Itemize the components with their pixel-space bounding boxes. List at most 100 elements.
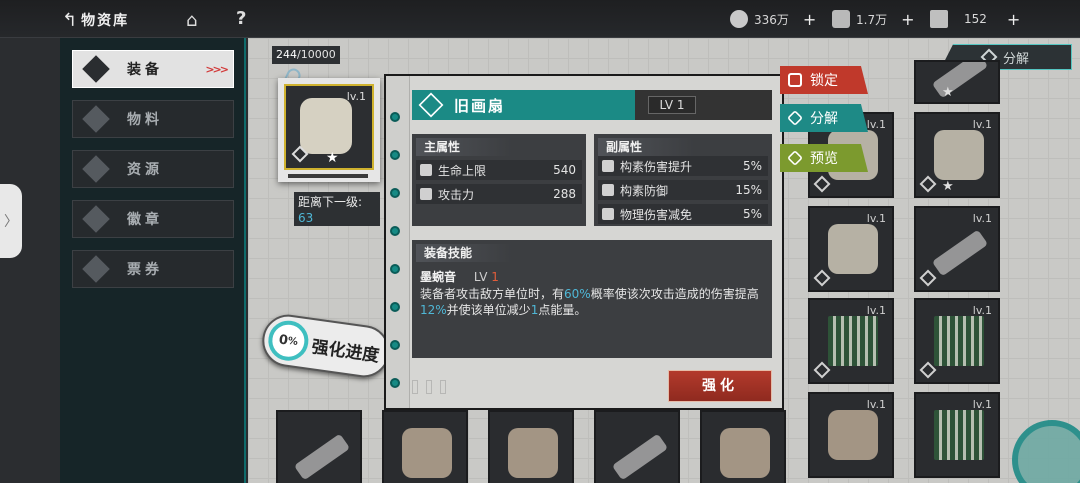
panel-decoration xyxy=(412,380,552,400)
staff-item-icon xyxy=(611,433,669,481)
fan-item-icon xyxy=(508,428,558,478)
preview-button[interactable]: 预览 xyxy=(780,144,868,172)
enhance-progress-unit: % xyxy=(287,335,299,348)
sidebar-item-resource[interactable]: 资源 xyxy=(72,150,234,188)
swords-icon xyxy=(420,188,432,200)
decompose-icon xyxy=(787,110,803,126)
help-icon[interactable]: ? xyxy=(236,8,246,29)
resource-coin-value: 336万 xyxy=(754,12,789,27)
inventory-item[interactable] xyxy=(594,410,680,483)
element-mark-icon xyxy=(919,269,937,287)
inventory-item[interactable]: lv.1 xyxy=(914,206,1000,292)
page-title: 物资库 xyxy=(81,13,130,29)
attr-label: 构素伤害提升 xyxy=(620,159,693,174)
inventory-item[interactable] xyxy=(382,410,468,483)
ticket-icon xyxy=(82,255,110,283)
element-mark-icon xyxy=(418,92,444,118)
fan-item-icon xyxy=(402,428,452,478)
equipment-icon xyxy=(82,55,110,83)
binder-ring xyxy=(390,226,400,236)
stamp-icon xyxy=(426,380,432,394)
preview-label: 预览 xyxy=(810,151,838,167)
attr-label: 攻击力 xyxy=(438,187,475,202)
next-level-label: 距离下一级: xyxy=(298,195,363,209)
inventory-count: 244/10000 xyxy=(272,46,340,64)
item-name: 旧画扇 xyxy=(454,97,506,115)
staff-item-icon xyxy=(931,229,989,277)
item-level: lv.1 xyxy=(866,398,886,411)
skill-name: 墨蜿音 xyxy=(420,270,457,284)
badge-icon xyxy=(82,205,110,233)
lock-icon xyxy=(788,73,802,87)
sidebar-item-label: 徽章 xyxy=(127,212,163,228)
binder-ring xyxy=(390,264,400,274)
sidebar-item-badge[interactable]: 徽章 xyxy=(72,200,234,238)
inventory-count-capacity: /10000 xyxy=(297,48,336,61)
chevron-right-icon: 〉 xyxy=(4,214,18,230)
sidebar-item-ticket[interactable]: 票券 xyxy=(72,250,234,288)
next-level-value: 63 xyxy=(298,211,314,225)
item-header: 旧画扇 LV 1 xyxy=(412,90,772,120)
top-bar: ↰ 物资库 ⌂ ? 336万 + 1.7万 + 152 + xyxy=(0,0,1080,38)
sidebar-item-label: 票券 xyxy=(127,262,163,278)
staff-item-icon xyxy=(931,62,989,99)
add-coin-button[interactable]: + xyxy=(803,10,816,29)
add-ticket-button[interactable]: + xyxy=(1007,10,1020,29)
inventory-item[interactable] xyxy=(700,410,786,483)
binder-ring xyxy=(390,302,400,312)
stamp-icon xyxy=(440,380,446,394)
skill-desc-text: 装备者攻击敌方单位时，有 xyxy=(420,287,565,301)
fan-item-icon xyxy=(300,98,352,154)
sidebar-item-material[interactable]: 物料 xyxy=(72,100,234,138)
inventory-item[interactable] xyxy=(276,410,362,483)
attr-value: 5% xyxy=(742,207,762,221)
fan-item-icon xyxy=(934,130,984,180)
selected-item-card[interactable]: lv.1 ★ xyxy=(278,78,380,182)
inventory-item[interactable]: lv.1 xyxy=(914,392,1000,478)
staff-item-icon xyxy=(293,433,351,481)
inventory-item[interactable]: lv.1 ★ xyxy=(914,112,1000,198)
resource-icon xyxy=(82,155,110,183)
item-level: lv.1 xyxy=(972,212,992,225)
element-damage-icon xyxy=(602,160,614,172)
skill-description: 装备者攻击敌方单位时，有60%概率使该次攻击造成的伤害提高12%并使该单位减少1… xyxy=(420,286,766,318)
main-attributes: 主属性 生命上限 540 攻击力 288 xyxy=(412,134,586,226)
attr-row: 构素防御 15% xyxy=(598,180,768,200)
category-sidebar: 装备 >>> 物料 资源 徽章 票券 xyxy=(60,38,246,483)
attr-label: 构素防御 xyxy=(620,183,669,198)
selected-item-frame: lv.1 ★ xyxy=(284,84,374,170)
element-mark-icon xyxy=(813,175,831,193)
attr-row: 生命上限 540 xyxy=(416,160,582,180)
inventory-item[interactable]: lv.1 xyxy=(808,206,894,292)
side-drawer-handle[interactable]: 〉 xyxy=(0,184,22,258)
inventory-item[interactable]: lv.1 xyxy=(808,392,894,478)
add-material-button[interactable]: + xyxy=(901,10,914,29)
resource-ticket: 152 + xyxy=(930,9,1020,29)
stamp-icon xyxy=(412,380,418,394)
element-defense-icon xyxy=(602,184,614,196)
enhance-button[interactable]: 强化 xyxy=(668,370,772,402)
lock-button[interactable]: 锁定 xyxy=(780,66,868,94)
level-progress-bar xyxy=(288,174,368,178)
inventory-item[interactable]: lv.1 xyxy=(914,298,1000,384)
fan-item-icon xyxy=(828,410,878,460)
binder-ring xyxy=(390,112,400,122)
back-arrow-icon: ↰ xyxy=(62,9,78,31)
home-icon[interactable]: ⌂ xyxy=(186,10,197,31)
attr-value: 540 xyxy=(553,163,576,177)
item-level-tag: LV 1 xyxy=(648,96,696,114)
item-level: lv.1 xyxy=(866,212,886,225)
sidebar-item-equipment[interactable]: 装备 >>> xyxy=(72,50,234,88)
physical-reduction-icon xyxy=(602,208,614,220)
inventory-item[interactable] xyxy=(488,410,574,483)
inventory-item[interactable]: lv.1 xyxy=(808,298,894,384)
item-level: lv.1 xyxy=(972,118,992,131)
sub-attributes: 副属性 构素伤害提升 5% 构素防御 15% 物理伤害减免 5% xyxy=(594,134,772,226)
item-level: lv.1 xyxy=(866,118,886,131)
decompose-button[interactable]: 分解 xyxy=(780,104,868,132)
resource-material-value: 1.7万 xyxy=(856,12,888,27)
gate-item-icon xyxy=(828,316,878,366)
inventory-item[interactable]: ★ xyxy=(914,60,1000,104)
skill-section-title: 装备技能 xyxy=(416,244,512,262)
back-button[interactable]: ↰ 物资库 xyxy=(62,8,182,32)
